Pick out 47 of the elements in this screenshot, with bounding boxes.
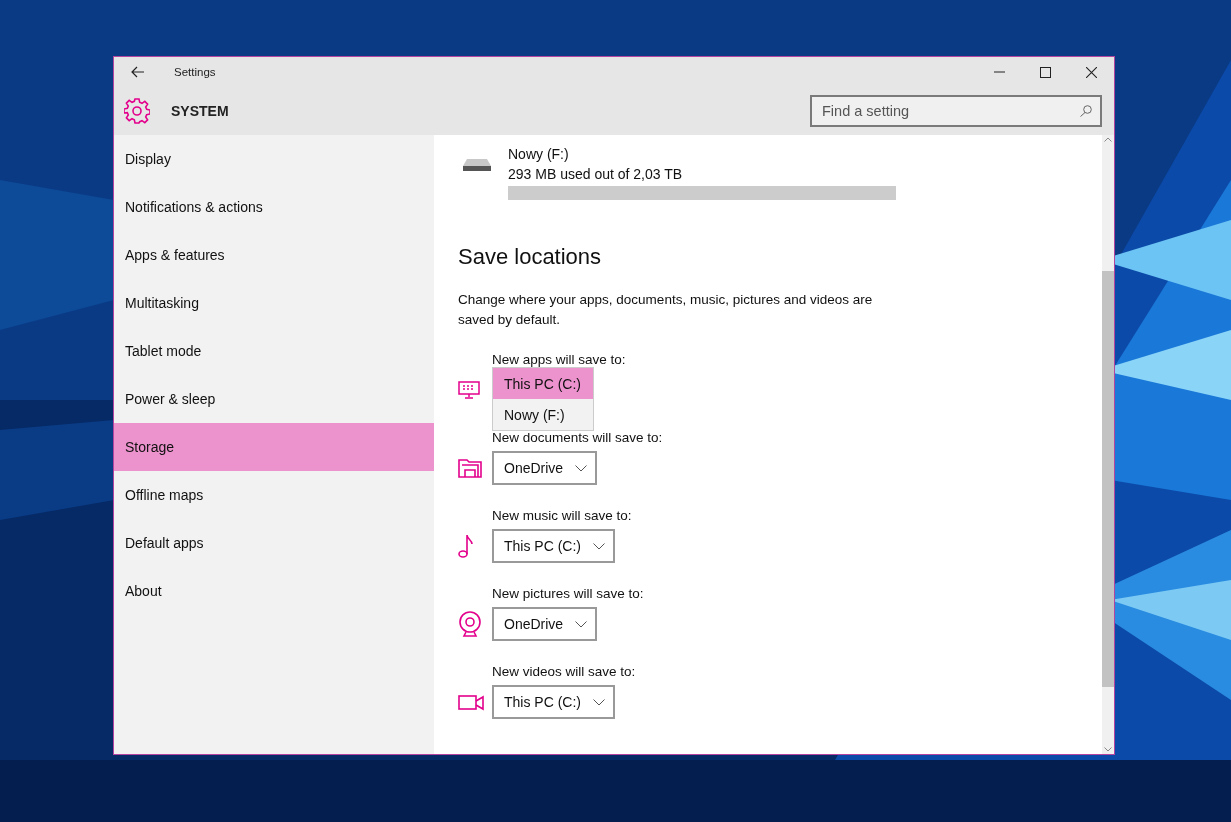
section-title: SYSTEM <box>171 103 230 119</box>
maximize-icon <box>1039 66 1051 78</box>
keyboard-monitor-icon <box>458 381 480 399</box>
setting-label: New music will save to: <box>492 508 633 523</box>
window-title: Settings <box>174 66 217 78</box>
minimize-icon <box>993 71 1005 73</box>
folder-icon <box>458 458 482 478</box>
back-arrow-icon <box>131 66 145 78</box>
setting-label: New videos will save to: <box>492 664 637 679</box>
setting-label: New pictures will save to: <box>492 586 645 601</box>
setting-label: New apps will save to: <box>492 352 627 367</box>
search-icon <box>1080 105 1092 117</box>
sidebar-item[interactable]: Offline maps <box>114 471 434 519</box>
scroll-up-icon <box>1104 137 1112 142</box>
sidebar-item[interactable]: Default apps <box>114 519 434 567</box>
drive-icon <box>462 158 492 172</box>
webcam-icon <box>458 611 482 637</box>
sidebar-item[interactable]: Display <box>114 135 434 183</box>
section-heading: Save locations <box>458 244 603 270</box>
chevron-down-icon <box>575 464 588 472</box>
location-dropdown[interactable]: This PC (C:) <box>492 529 615 563</box>
sidebar-item[interactable]: About <box>114 567 434 615</box>
drive-usage: 293 MB used out of 2,03 TB <box>508 165 684 184</box>
location-dropdown[interactable]: OneDrive <box>492 451 598 485</box>
sidebar-item[interactable]: Notifications & actions <box>114 183 434 231</box>
dropdown-option[interactable]: Nowy (F:) <box>493 399 593 430</box>
video-camera-icon <box>458 693 484 711</box>
dropdown-option[interactable]: This PC (C:) <box>493 368 593 399</box>
chevron-down-icon <box>593 542 605 550</box>
scroll-down-icon <box>1104 747 1112 752</box>
description: Change where your apps, documents, music, pictures and videos are saved by default. <box>458 291 874 329</box>
search-field[interactable]: Find a setting <box>810 95 1102 127</box>
music-note-icon <box>458 533 474 559</box>
close-icon <box>1085 66 1097 78</box>
sidebar-item[interactable]: Multitasking <box>114 279 434 327</box>
setting-label: New documents will save to: <box>492 430 664 445</box>
chevron-down-icon <box>575 620 588 628</box>
sidebar-item[interactable]: Storage <box>114 423 434 471</box>
scrollbar[interactable] <box>1102 135 1114 754</box>
chevron-down-icon <box>593 698 605 706</box>
sidebar-item[interactable]: Apps & features <box>114 231 434 279</box>
gear-icon <box>124 98 150 124</box>
sidebar-item[interactable]: Power & sleep <box>114 375 434 423</box>
location-dropdown[interactable]: This PC (C:) <box>492 685 615 719</box>
drive-name: Nowy (F:) <box>508 145 570 164</box>
sidebar-item[interactable]: Tablet mode <box>114 327 434 375</box>
location-dropdown[interactable]: OneDrive <box>492 607 598 641</box>
